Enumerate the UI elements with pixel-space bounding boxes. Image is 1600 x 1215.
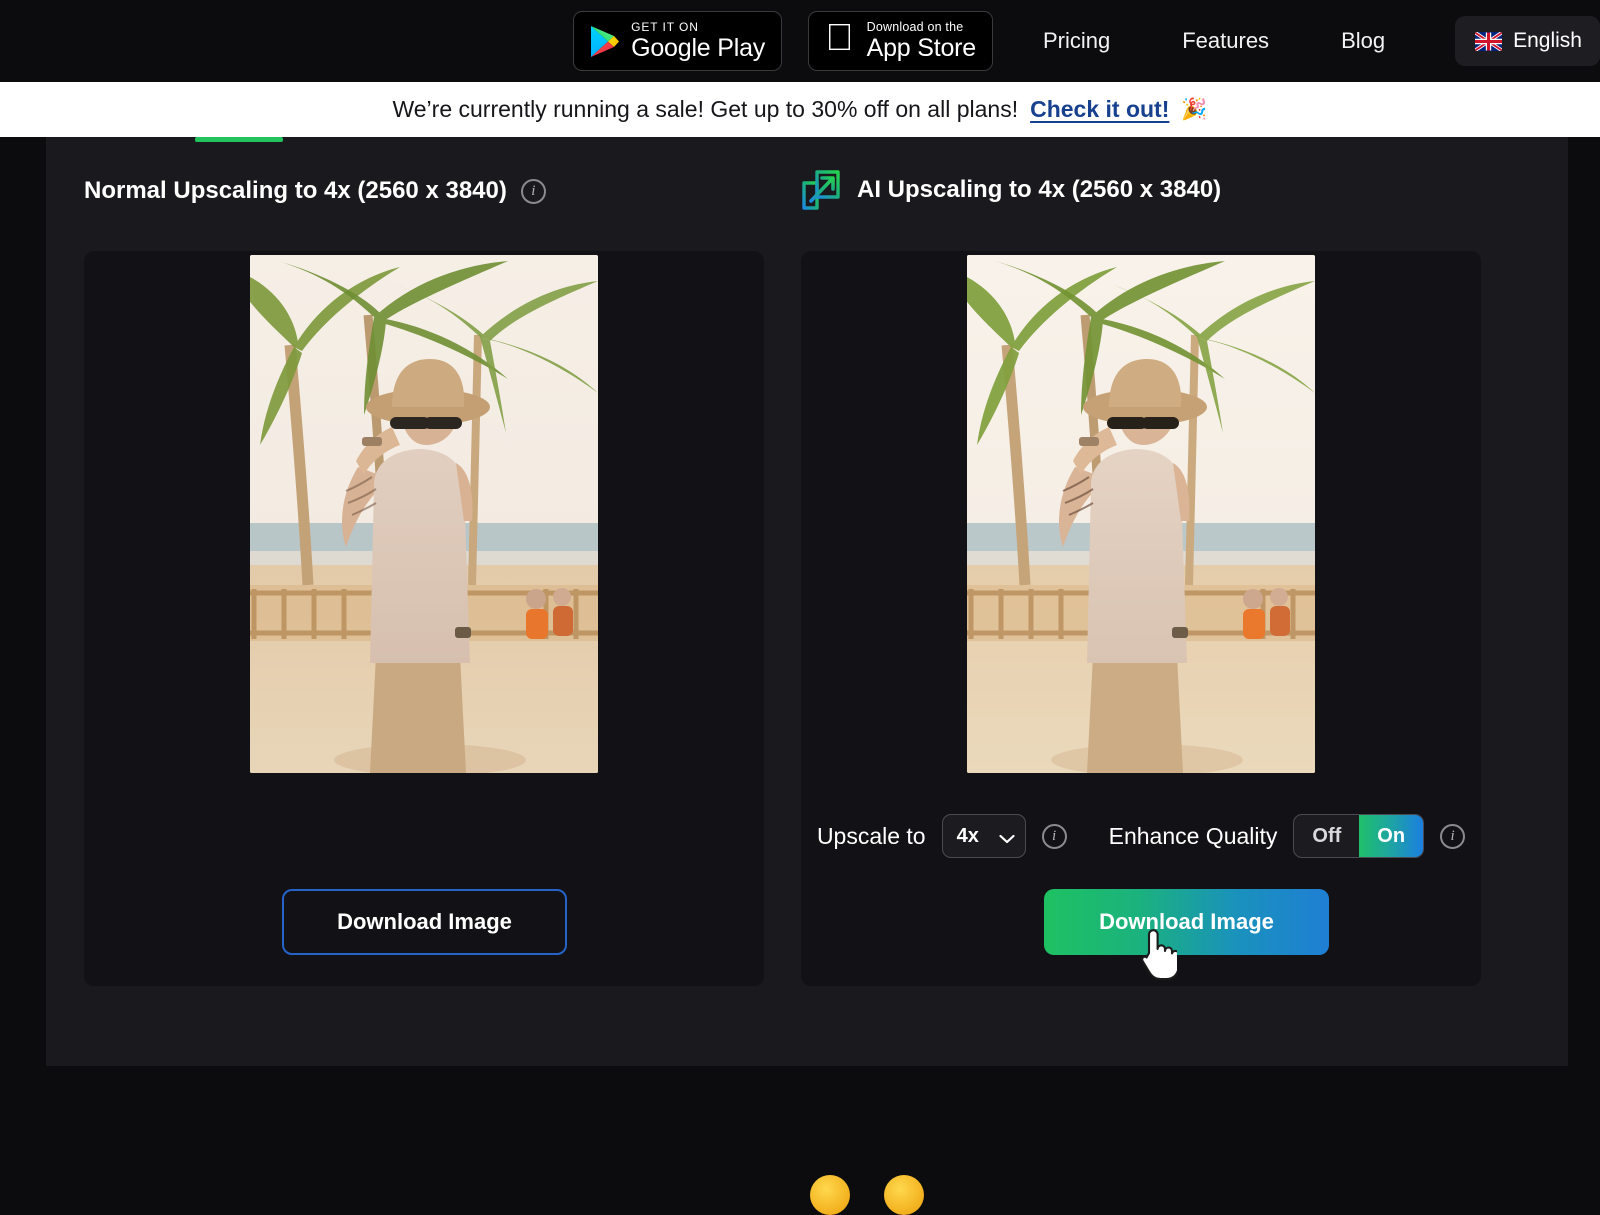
google-play-badge-small-text: GET IT ON — [631, 20, 699, 34]
google-play-icon — [590, 25, 620, 58]
nav-link-pricing[interactable]: Pricing — [1021, 18, 1132, 64]
page-body: Normal Upscaling to 4x (2560 x 3840) i A… — [0, 137, 1600, 1215]
normal-upscaled-image-preview[interactable] — [250, 255, 598, 773]
upscale-factor-select[interactable]: 4x — [941, 814, 1026, 858]
ai-controls-row: Upscale to 4x i Enhance Quality Off On i — [801, 814, 1481, 858]
language-selector[interactable]: English — [1455, 16, 1600, 66]
app-store-badge-title: App Store — [866, 34, 977, 63]
upscale-to-label: Upscale to — [816, 822, 926, 849]
ai-download-image-button[interactable]: Download Image — [1044, 889, 1329, 955]
google-play-badge-title: Google Play — [631, 34, 766, 62]
ai-upscaling-title: AI Upscaling to 4x (2560 x 3840) — [857, 176, 1222, 203]
party-popper-icon: 🎉 — [1181, 97, 1208, 121]
enhance-quality-on-option[interactable]: On — [1359, 815, 1424, 857]
panel-headings-row: Normal Upscaling to 4x (2560 x 3840) i A… — [46, 170, 1568, 223]
normal-upscaling-card: Download Image — [84, 251, 764, 986]
uk-flag-icon — [1475, 31, 1503, 51]
ai-upscaled-image-preview[interactable] — [967, 255, 1315, 773]
upscale-info-icon[interactable]: i — [1041, 823, 1067, 849]
sale-banner-link[interactable]: Check it out! — [1030, 96, 1169, 123]
info-icon[interactable]: i — [520, 178, 546, 204]
ai-upscale-expand-icon — [801, 169, 841, 211]
apple-icon:  — [825, 19, 854, 57]
enhance-quality-toggle[interactable]: Off On — [1293, 814, 1425, 858]
normal-upscaling-heading: Normal Upscaling to 4x (2560 x 3840) i — [84, 177, 546, 205]
nav-link-blog[interactable]: Blog — [1319, 18, 1407, 64]
bottom-emoji-right — [884, 1175, 924, 1215]
normal-download-image-button[interactable]: Download Image — [282, 889, 567, 955]
enhance-quality-info-icon[interactable]: i — [1440, 823, 1466, 849]
top-navigation-bar: GET IT ON Google Play  Download on the … — [0, 0, 1600, 82]
app-store-badge-small-text: Download on the — [866, 19, 964, 34]
bottom-emoji-left — [810, 1175, 850, 1215]
sale-banner-text: We’re currently running a sale! Get up t… — [392, 96, 1019, 122]
active-tab-indicator — [195, 137, 283, 142]
normal-upscaling-title: Normal Upscaling to 4x (2560 x 3840) — [84, 177, 507, 204]
nav-link-features[interactable]: Features — [1160, 18, 1291, 64]
ai-upscaling-heading: AI Upscaling to 4x (2560 x 3840) — [801, 169, 1221, 211]
upscaler-content-frame: Normal Upscaling to 4x (2560 x 3840) i A… — [46, 137, 1568, 1066]
enhance-quality-off-option[interactable]: Off — [1294, 815, 1359, 857]
enhance-quality-label: Enhance Quality — [1108, 822, 1278, 849]
app-store-badge[interactable]:  Download on the App Store — [808, 11, 993, 71]
sale-banner: We’re currently running a sale! Get up t… — [0, 82, 1600, 137]
chevron-down-icon — [999, 831, 1015, 844]
ai-upscaling-card: Upscale to 4x i Enhance Quality Off On i… — [801, 251, 1481, 986]
language-label: English — [1513, 29, 1582, 52]
google-play-badge[interactable]: GET IT ON Google Play — [573, 11, 783, 71]
upscale-factor-value: 4x — [956, 824, 979, 847]
